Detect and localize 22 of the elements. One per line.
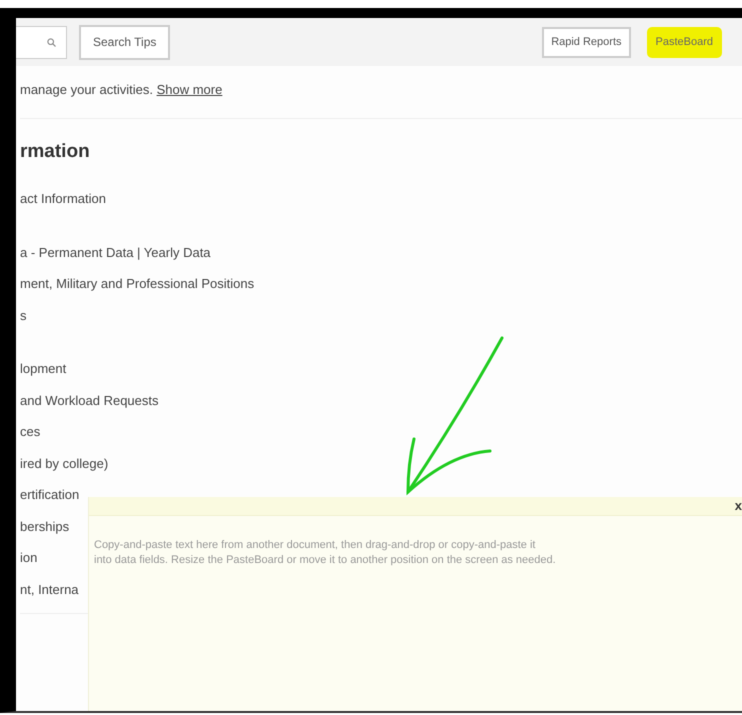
- close-button[interactable]: x: [734, 499, 742, 513]
- activity-link[interactable]: lopment: [20, 353, 66, 384]
- activity-link[interactable]: act Information: [20, 183, 106, 214]
- toolbar-button[interactable]: Rapid Reports: [542, 26, 631, 58]
- activity-link[interactable]: and Workload Requests: [20, 384, 159, 416]
- toolbar-button[interactable]: Search Tips: [79, 24, 170, 60]
- pasteboard-text: Copy-and-paste text here from another document, then drag-and-drop or copy-and-paste it into data fields. Resize the PasteBoard or move it to another position on the screen as needed.: [93, 538, 557, 568]
- toolbar-button[interactable]: PasteBoard: [646, 26, 722, 58]
- show-more-link[interactable]: Show more: [156, 82, 222, 97]
- intro-text: manage your activities.: [20, 82, 153, 97]
- activity-link[interactable]: s: [20, 300, 26, 331]
- search-field[interactable]: [16, 26, 67, 58]
- section-heading: rmation: [20, 141, 91, 164]
- activity-link[interactable]: ion: [20, 542, 38, 574]
- activity-link[interactable]: berships: [20, 510, 70, 542]
- activity-link[interactable]: nt, Interna: [20, 574, 79, 605]
- activity-link[interactable]: ces: [20, 416, 40, 448]
- activity-link[interactable]: ired by college): [20, 448, 108, 479]
- search-icon: [47, 38, 56, 46]
- activity-link[interactable]: ertification: [20, 479, 80, 510]
- activity-link[interactable]: a - Permanent Data | Yearly Data: [20, 236, 211, 268]
- activity-link[interactable]: ment, Military and Professional Positions: [20, 268, 254, 300]
